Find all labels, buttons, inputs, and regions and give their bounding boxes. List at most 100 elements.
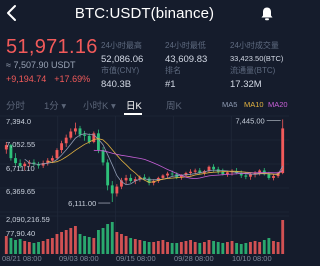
candle-body xyxy=(124,177,128,181)
stat-value: 33,423.50(BTC) xyxy=(230,54,284,63)
volume-bar xyxy=(189,240,192,254)
price-axis-label: 77,90.40 xyxy=(6,229,35,238)
tab-time-share[interactable]: 分时 xyxy=(6,98,25,112)
volume-bar xyxy=(120,234,123,254)
volume-bar xyxy=(64,230,68,254)
tab-week-k[interactable]: 周K xyxy=(166,98,182,112)
volume-bar xyxy=(207,240,211,254)
x-tick-label: 10/10 08:00 xyxy=(232,254,272,263)
low-annotation: 6,111.00 xyxy=(68,199,96,208)
candle-body xyxy=(189,171,192,173)
x-tick-label: 09/03 08:00 xyxy=(59,254,99,263)
candle-body xyxy=(55,150,59,159)
volume-bar xyxy=(101,228,105,254)
volume-bar xyxy=(212,241,216,254)
volume-bar xyxy=(152,242,156,254)
volume-bar xyxy=(147,242,151,254)
stat-value: #1 xyxy=(165,79,176,90)
candle-body xyxy=(78,128,82,135)
nav-bar: BTC:USDT(binance) xyxy=(0,0,289,28)
tab-hour-k[interactable]: 小时K ▾ xyxy=(83,98,116,112)
candle-body xyxy=(193,170,197,172)
price-equivalent: ≈ 7,507.90 USDT xyxy=(6,60,76,70)
last-price: 51,971.16 xyxy=(6,36,98,58)
stat-label: 市值(CNY) xyxy=(101,66,140,75)
high-annotation: 7,445.00 xyxy=(235,116,264,125)
candle-body xyxy=(244,175,248,177)
candle-body xyxy=(166,173,169,176)
candle-body xyxy=(110,185,114,194)
volume-bar xyxy=(18,239,22,254)
candle-body xyxy=(143,177,146,179)
candle-body xyxy=(170,173,174,175)
volume-bar xyxy=(166,242,169,254)
candlestick-chart[interactable]: 7,394.0 7,052.55 6,711.10 6,369.65 2,090,216… xyxy=(0,114,289,254)
volume-bar xyxy=(198,243,202,254)
candle-body xyxy=(129,177,133,182)
volume-bar xyxy=(249,242,252,254)
candle-body xyxy=(97,133,100,151)
stat-value: 52,086.06 xyxy=(101,54,144,65)
ma20-legend: MA20 xyxy=(268,100,288,109)
moving-average-ma5 xyxy=(24,133,284,186)
stat-label: 24小时最高 xyxy=(101,41,142,50)
candle-body xyxy=(249,174,252,177)
volume-bar xyxy=(83,236,87,254)
stat-circulating-supply: 流通量(BTC) 17.32M xyxy=(230,65,275,90)
volume-bar xyxy=(161,240,165,254)
volume-bar xyxy=(170,243,174,254)
volume-bar xyxy=(143,241,146,254)
volume-bar xyxy=(14,240,17,254)
x-axis: 08/21 08:00 09/03 08:00 09/15 08:00 09/2… xyxy=(0,254,289,266)
price-change: +9,194.74 +17.69% xyxy=(6,74,98,84)
volume-bar xyxy=(106,224,110,254)
candle-body xyxy=(69,131,73,138)
candle-body xyxy=(106,162,110,186)
stat-24h-volume: 24小时成交量 33,423.50(BTC) xyxy=(230,40,283,63)
volume-bar xyxy=(202,242,206,254)
volume-bar xyxy=(110,222,114,254)
volume-bar xyxy=(46,239,50,254)
volume-bar xyxy=(262,240,266,254)
volume-bar xyxy=(281,220,285,254)
candle-body xyxy=(258,170,262,173)
volume-bar xyxy=(4,236,8,254)
stat-24h-low: 24小时最低 43,609.83 xyxy=(165,40,207,65)
volume-bar xyxy=(23,241,27,254)
moving-average-ma10 xyxy=(47,138,283,183)
volume-bar xyxy=(37,242,40,254)
price-axis-label: 6,369.65 xyxy=(6,187,35,196)
volume-bar xyxy=(244,243,248,254)
volume-bar xyxy=(193,242,197,254)
volume-bar xyxy=(27,242,31,254)
price-axis-label: 6,711.10 xyxy=(6,164,35,173)
candle-body xyxy=(73,128,77,132)
candle-body xyxy=(267,174,271,178)
volume-bar xyxy=(138,240,142,254)
candle-body xyxy=(272,176,275,178)
candle-body xyxy=(83,134,87,136)
change-amount: +9,194.74 xyxy=(6,74,47,84)
tab-day-k[interactable]: 日K xyxy=(126,98,142,112)
candle-body xyxy=(87,135,91,143)
candle-body xyxy=(50,158,54,161)
volume-bar xyxy=(32,243,36,254)
stat-rank: 排名 #1 xyxy=(165,65,181,90)
price-axis-label: 2,090,216.59 xyxy=(6,215,50,224)
volume-bar xyxy=(78,234,82,254)
stat-label: 24小时成交量 xyxy=(230,41,279,50)
x-tick-label: 08/21 08:00 xyxy=(2,254,42,263)
volume-bar xyxy=(9,238,13,254)
stat-value: 840.3B xyxy=(101,79,132,90)
volume-bar xyxy=(124,236,128,254)
stat-market-cap: 市值(CNY) 840.3B xyxy=(101,65,139,90)
stat-label: 排名 xyxy=(165,66,181,75)
candle-body xyxy=(212,166,216,170)
volume-bar xyxy=(55,234,59,254)
x-tick-label: 09/28 08:00 xyxy=(174,254,214,263)
tab-minute[interactable]: 1分 ▾ xyxy=(44,98,66,112)
bell-icon[interactable] xyxy=(259,6,275,22)
volume-bar xyxy=(97,230,100,254)
volume-bar xyxy=(41,241,45,254)
volume-bar xyxy=(258,242,262,254)
